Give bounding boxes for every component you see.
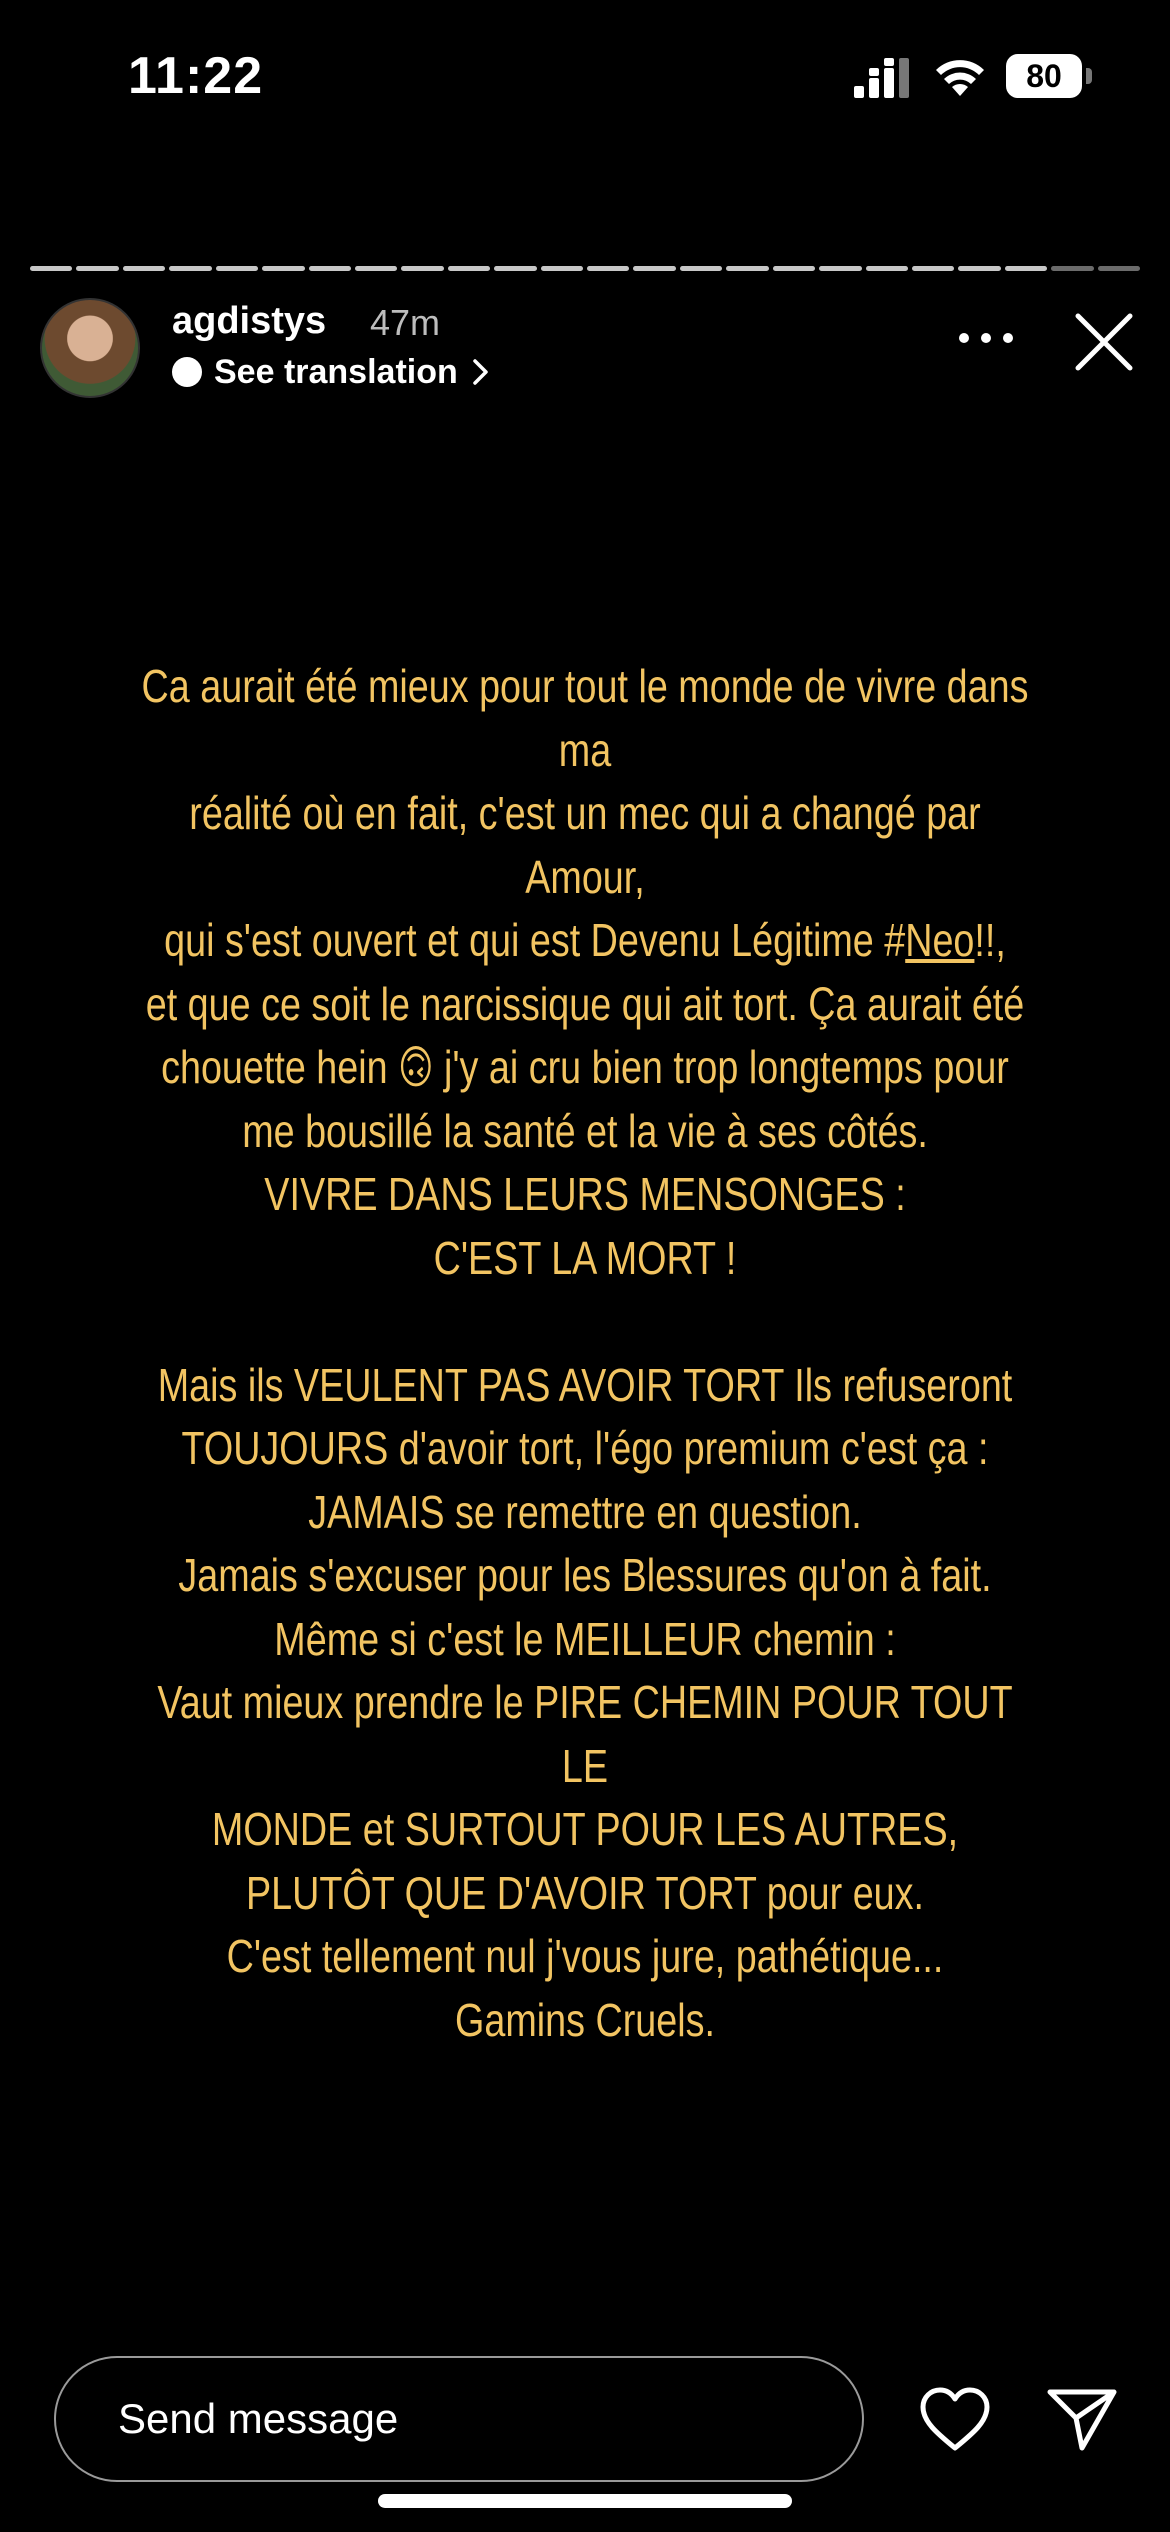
story-text-line: C'EST LA MORT ! — [433, 1231, 737, 1284]
story-text-line: Mais ils VEULENT PAS AVOIR TORT Ils refu… — [157, 1358, 1013, 1411]
story-progress-segment — [447, 266, 491, 271]
story-progress-segment — [726, 266, 769, 271]
story-text-line: Jamais s'excuser pour les Blessures qu'o… — [178, 1549, 992, 1601]
story-progress-segment — [30, 266, 73, 271]
story-progress-segment — [169, 266, 212, 271]
story-progress-segment — [587, 266, 630, 271]
story-text-line: qui s'est ouvert et qui est Devenu Légit… — [164, 914, 1006, 966]
story-progress-segment — [122, 266, 166, 271]
home-indicator[interactable] — [378, 2494, 792, 2508]
send-message-placeholder: Send message — [118, 2395, 399, 2442]
status-bar: 11:22 80 — [0, 0, 1170, 150]
story-text-line: me bousillé la santé et la vie à ses côt… — [242, 1104, 928, 1157]
story-text-line: et que ce soit le narcissique qui ait to… — [145, 977, 1025, 1030]
story-progress-segment — [958, 266, 1001, 271]
story-text-line: TOUJOURS d'avoir tort, l'égo premium c'e… — [181, 1422, 989, 1474]
story-text-line: chouette hein 🙃 j'y ai cru bien trop lon… — [161, 1041, 1009, 1093]
story-progress-segment — [912, 266, 955, 271]
story-text-line: Gamins Cruels. — [455, 1993, 715, 2046]
battery-nub — [1086, 68, 1092, 84]
story-text-line: réalité où en fait, c'est un mec qui a c… — [189, 787, 981, 903]
story-progress-segment — [262, 266, 305, 271]
story-text-line: VIVRE DANS LEURS MENSONGES : — [264, 1168, 906, 1220]
battery-indicator: 80 — [1006, 54, 1092, 98]
story-text-line — [138, 1290, 1032, 1354]
story-text-line: Même si c'est le MEILLEUR chemin : — [274, 1612, 896, 1665]
story-progress-segment — [401, 266, 444, 271]
battery-level: 80 — [1006, 54, 1082, 98]
heart-icon[interactable] — [918, 2386, 992, 2454]
post-time: 47m — [370, 302, 441, 343]
story-progress-segment — [215, 266, 259, 271]
story-progress — [30, 266, 1141, 272]
story-text-line: PLUTÔT QUE D'AVOIR TORT pour eux. — [245, 1866, 925, 1919]
story-text-line: MONDE et SURTOUT POUR LES AUTRES, — [211, 1803, 959, 1855]
username[interactable]: agdistys — [172, 300, 326, 343]
story-progress-segment — [1097, 266, 1141, 271]
close-icon[interactable] — [1072, 310, 1136, 374]
cellular-signal-icon — [854, 58, 909, 98]
translation-bubble-icon — [172, 357, 202, 387]
avatar[interactable] — [40, 298, 140, 398]
story-progress-segment — [494, 266, 537, 271]
story-progress-segment — [865, 266, 909, 271]
story-progress-segment — [1004, 266, 1048, 271]
story-text-line: Vaut mieux prendre le PIRE CHEMIN POUR T… — [157, 1676, 1013, 1792]
story-progress-segment — [633, 266, 676, 271]
story-progress-segment — [540, 266, 584, 271]
story-progress-segment — [1051, 266, 1094, 271]
wifi-icon — [936, 60, 984, 96]
story-text-line: JAMAIS se remettre en question. — [308, 1485, 862, 1538]
send-icon[interactable] — [1046, 2384, 1118, 2454]
see-translation-button[interactable]: See translation — [172, 350, 492, 394]
status-time: 11:22 — [128, 47, 264, 105]
story-progress-segment — [819, 266, 862, 271]
story-progress-segment — [679, 266, 723, 271]
story-text-line: Ca aurait été mieux pour tout le monde d… — [141, 660, 1029, 776]
story-header: agdistys 47m See translation — [0, 290, 1170, 410]
chevron-right-icon — [473, 359, 488, 385]
more-options-icon[interactable] — [956, 328, 1016, 348]
story-progress-segment — [308, 266, 351, 271]
story-progress-segment — [354, 266, 398, 271]
story-progress-segment — [772, 266, 816, 271]
hashtag-link[interactable]: Neo — [905, 914, 974, 966]
story-text-line: C'est tellement nul j'vous jure, pathéti… — [226, 1930, 944, 1982]
story-text: Ca aurait été mieux pour tout le monde d… — [138, 655, 1032, 2052]
story-progress-segment — [76, 266, 119, 271]
send-message-input[interactable]: Send message — [54, 2356, 864, 2482]
see-translation-label: See translation — [214, 352, 458, 391]
